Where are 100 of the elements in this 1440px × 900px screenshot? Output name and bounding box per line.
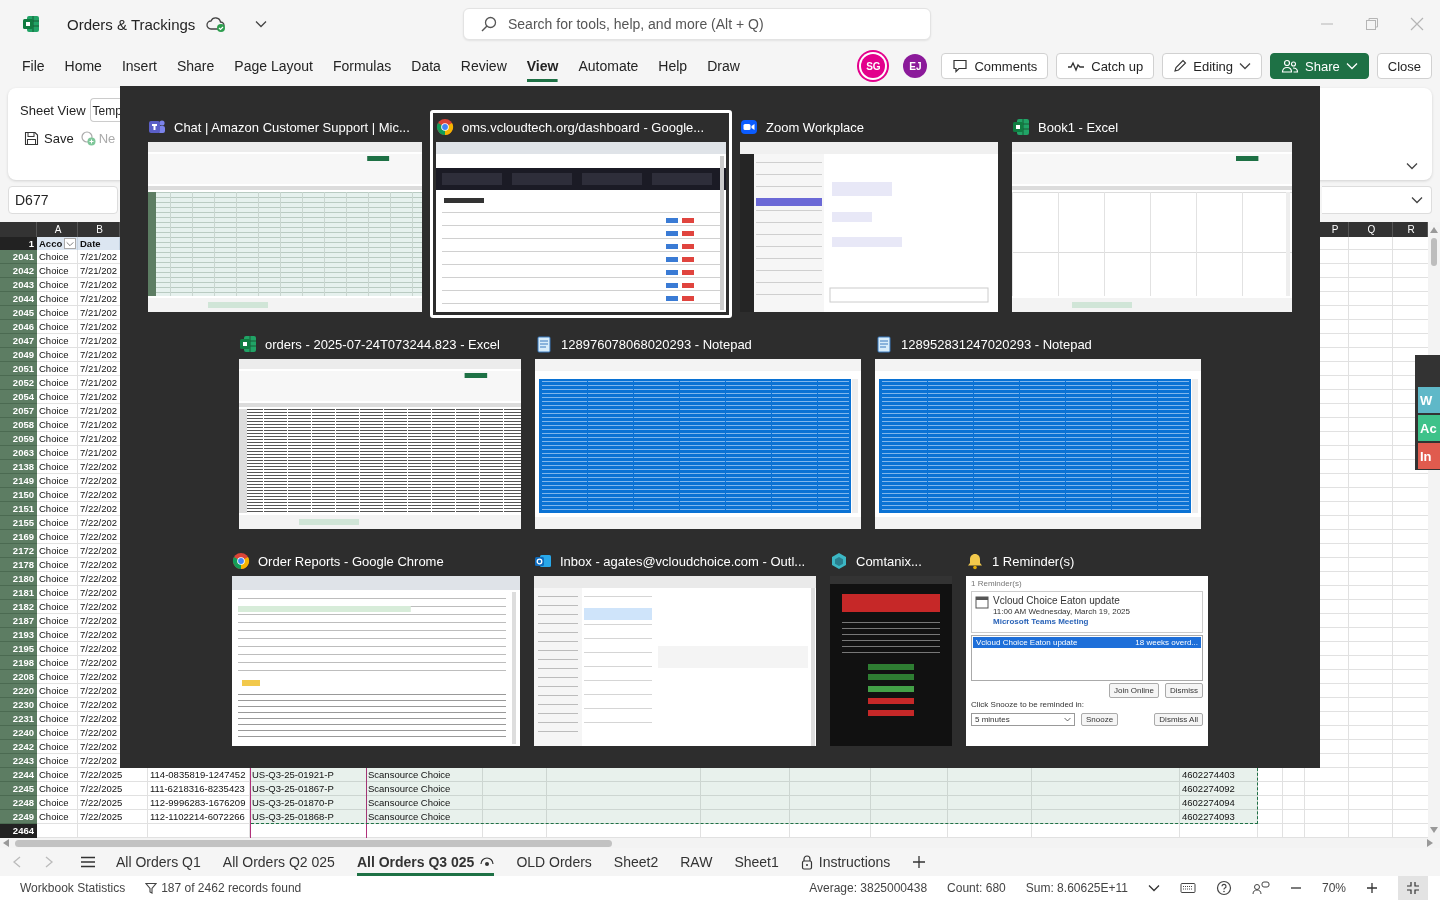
name-box[interactable]: D677 [8,186,118,214]
document-title[interactable]: Orders & Trackings [67,15,196,33]
scroll-down-icon[interactable] [1429,826,1439,834]
window-tile[interactable]: 128952831247020293 - Notepad [869,327,1207,535]
row-header[interactable]: 2155 [0,516,37,530]
row-header[interactable]: 2230 [0,698,37,712]
row-header[interactable]: 2178 [0,558,37,572]
scrollbar-thumb[interactable] [15,839,612,847]
sheet-tab[interactable]: All Orders Q2 025 [222,848,335,876]
sheet-tab[interactable]: RAW [680,848,713,876]
row-header[interactable]: 2044 [0,292,37,306]
previous-sheet-icon[interactable] [12,856,22,868]
row-header[interactable]: 2187 [0,614,37,628]
workbook-statistics-link[interactable]: Workbook Statistics [20,881,126,895]
row-header[interactable]: 2243 [0,754,37,768]
row-header[interactable]: 2058 [0,418,37,432]
row-header[interactable]: 2063 [0,446,37,460]
select-all-corner[interactable] [0,222,37,237]
filter-button[interactable] [64,238,76,249]
row-header[interactable]: 2180 [0,572,37,586]
close-button[interactable]: Close [1376,53,1432,79]
scrollbar-thumb[interactable] [1431,238,1437,266]
sheet-tab[interactable]: OLD Orders [516,848,592,876]
column-header[interactable]: Q [1349,222,1393,237]
keyboard-icon[interactable] [1179,882,1196,894]
menu-tab[interactable]: Review [450,50,517,82]
row-header[interactable]: 2220 [0,684,37,698]
user-avatar[interactable]: SG [861,54,886,78]
row-header[interactable]: 2193 [0,628,37,642]
row-header[interactable]: 2149 [0,474,37,488]
menu-tab[interactable]: Help [648,50,698,82]
column-header[interactable]: R [1393,222,1428,237]
row-header[interactable]: 2043 [0,278,37,292]
scroll-left-icon[interactable] [2,838,10,848]
row-header[interactable]: 2464 [0,824,37,838]
add-sheet-icon[interactable] [912,855,927,869]
scroll-up-icon[interactable] [1429,226,1439,234]
reminder-item[interactable]: Vcloud Choice Eaton update 18 weeks overd... [973,637,1201,648]
row-header[interactable]: 2172 [0,544,37,558]
row-header[interactable]: 2198 [0,656,37,670]
row-header[interactable]: 2181 [0,586,37,600]
row-header[interactable]: 2138 [0,460,37,474]
row-header[interactable]: 2240 [0,726,37,740]
row-header[interactable]: 2045 [0,306,37,320]
menu-tab[interactable]: Page Layout [224,50,323,82]
sheet-tab[interactable]: Sheet1 [734,848,779,876]
menu-icon[interactable] [80,856,96,868]
restore-icon[interactable] [1365,17,1379,31]
window-tile[interactable]: Inbox - agates@vcloudchoice.com - Outl... [528,544,822,752]
row-header[interactable]: 2054 [0,390,37,404]
menu-tab[interactable]: Data [401,50,451,82]
row-header[interactable]: 2041 [0,250,37,264]
sheet-tab[interactable]: Sheet2 [613,848,659,876]
reminder-button[interactable]: Join Online [1108,683,1159,698]
row-header[interactable]: 2195 [0,642,37,656]
window-tile[interactable]: Order Reports - Google Chrome [226,544,526,752]
row-header[interactable]: 2208 [0,670,37,684]
window-tile[interactable]: Chat | Amazon Customer Support | Mic... [142,110,428,318]
save-button[interactable]: Save [24,130,74,146]
next-sheet-icon[interactable] [44,856,54,868]
dismiss-all-button[interactable]: Dismiss All [1154,713,1203,726]
snooze-button[interactable]: Snooze [1081,713,1119,726]
row-header[interactable]: 2057 [0,404,37,418]
row-header[interactable]: 1 [0,237,37,250]
row-header[interactable]: 2151 [0,502,37,516]
row-header[interactable]: 2049 [0,348,37,362]
feedback-icon[interactable] [1251,881,1270,895]
row-header[interactable]: 2249 [0,810,37,824]
row-header[interactable]: 2052 [0,376,37,390]
zoom-in-icon[interactable] [1366,882,1378,894]
column-header[interactable]: P [1320,222,1349,237]
window-tile[interactable]: Comtanix... [824,544,958,752]
menu-tab[interactable]: Draw [697,50,750,82]
share-button[interactable]: Share [1270,53,1369,79]
snooze-dropdown[interactable]: 5 minutes [971,713,1075,726]
menu-tab[interactable]: Formulas [322,50,402,82]
row-header[interactable]: 2051 [0,362,37,376]
catch-up-button[interactable]: Catch up [1056,53,1155,79]
row-header[interactable]: 2242 [0,740,37,754]
menu-tab[interactable]: Automate [568,50,649,82]
window-tile[interactable]: Book1 - Excel [1006,110,1298,318]
menu-tab[interactable]: Share [166,50,225,82]
window-tile[interactable]: 128976078068020293 - Notepad [529,327,867,535]
row-header[interactable]: 2046 [0,320,37,334]
side-panel-button[interactable]: In [1418,443,1440,469]
menu-tab[interactable]: File [12,50,55,82]
sheet-tab[interactable]: All Orders Q1 [116,848,201,876]
user-avatar[interactable]: EJ [903,54,928,78]
row-header[interactable]: 2042 [0,264,37,278]
formula-bar[interactable] [1322,186,1432,214]
editing-button[interactable]: Editing [1162,53,1263,79]
collapse-button[interactable] [1398,876,1428,900]
row-header[interactable]: 2244 [0,768,37,782]
row-header[interactable]: 2150 [0,488,37,502]
row-header[interactable]: 2245 [0,782,37,796]
comments-button[interactable]: Comments [941,53,1049,79]
window-tile[interactable]: orders - 2025-07-24T073244.823 - Excel [233,327,527,535]
zoom-level[interactable]: 70% [1321,881,1346,895]
help-icon[interactable] [1215,880,1232,896]
window-tile[interactable]: Zoom Workplace [734,110,1004,318]
